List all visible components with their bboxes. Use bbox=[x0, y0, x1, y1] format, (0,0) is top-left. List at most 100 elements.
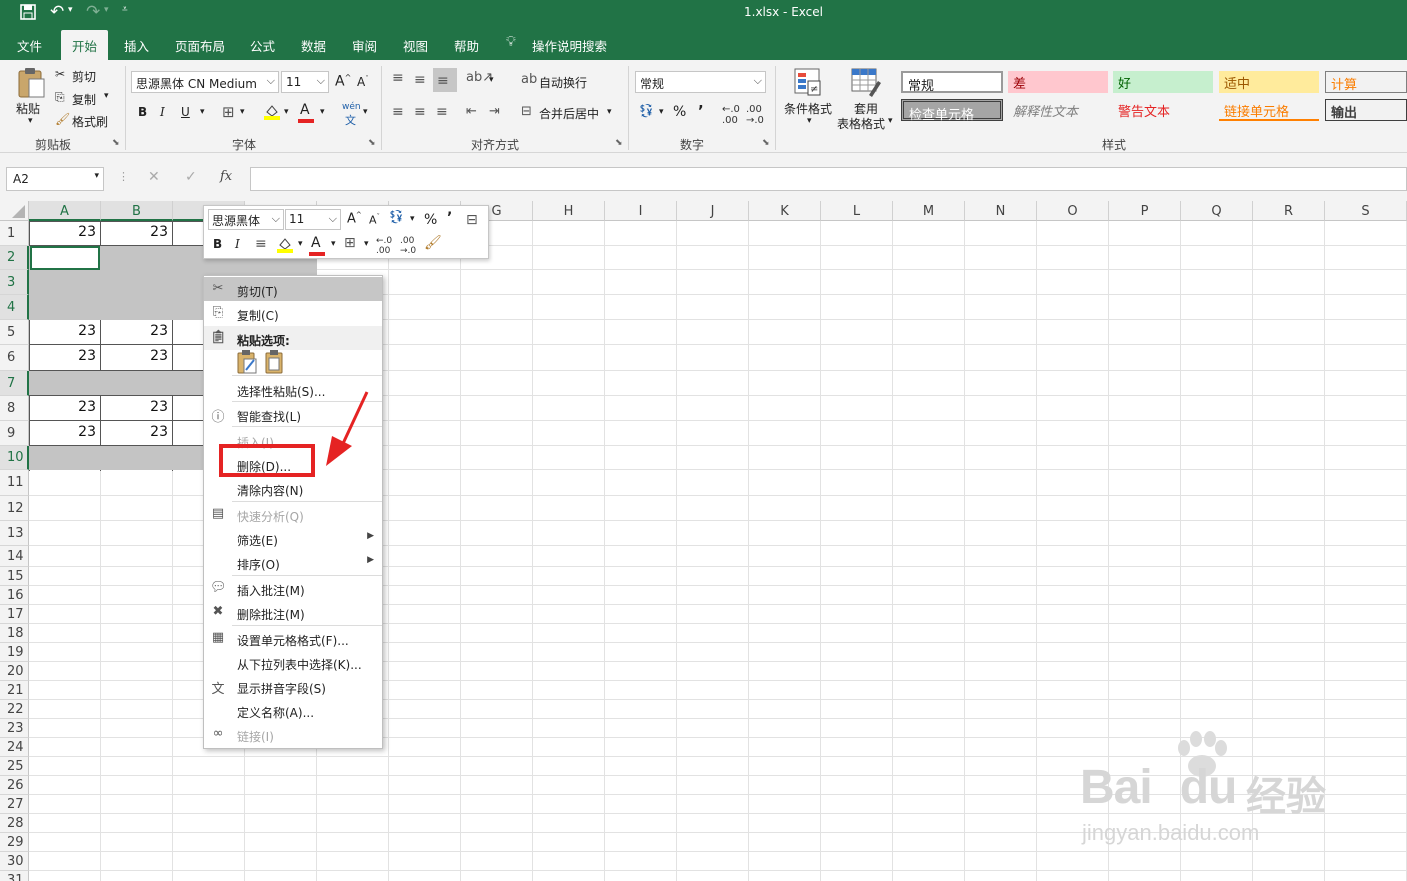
column-header-n[interactable]: N bbox=[965, 201, 1037, 221]
row-header-2[interactable]: 2 bbox=[0, 246, 29, 270]
row-header-3[interactable]: 3 bbox=[0, 270, 29, 295]
menu-item-format-cells[interactable]: ▦ 设置单元格格式(F)... bbox=[204, 626, 382, 650]
row-header-27[interactable]: 27 bbox=[0, 795, 29, 814]
phonetic-dropdown-icon[interactable]: ▾ bbox=[363, 107, 368, 117]
column-header-m[interactable]: M bbox=[893, 201, 965, 221]
accounting-format-icon[interactable]: 💱︎ bbox=[638, 104, 655, 119]
tab-page-layout[interactable]: 页面布局 bbox=[175, 36, 225, 55]
paste-values-icon[interactable] bbox=[264, 350, 286, 377]
align-right-icon[interactable]: ≡ bbox=[436, 104, 448, 120]
comma-style-button[interactable]: ’ bbox=[698, 102, 704, 120]
paste-dropdown-icon[interactable]: ▾ bbox=[28, 116, 33, 126]
mini-percent-button[interactable]: % bbox=[424, 212, 437, 228]
tab-insert[interactable]: 插入 bbox=[124, 36, 149, 55]
number-format-dropdown[interactable]: 常规 ⌵ bbox=[635, 71, 766, 93]
row-header-15[interactable]: 15 bbox=[0, 567, 29, 586]
row-header-20[interactable]: 20 bbox=[0, 662, 29, 681]
mini-fill-dropdown-icon[interactable]: ▾ bbox=[298, 239, 303, 249]
menu-item-clear-contents[interactable]: 清除内容(N) bbox=[204, 476, 382, 500]
column-header-k[interactable]: K bbox=[749, 201, 821, 221]
mini-decrease-decimal-icon[interactable]: .00 →.0 bbox=[400, 236, 416, 256]
row-header-24[interactable]: 24 bbox=[0, 738, 29, 757]
column-header-b[interactable]: B bbox=[101, 201, 173, 221]
format-painter-button[interactable]: 格式刷 bbox=[72, 113, 108, 130]
cell-a6[interactable]: 23 bbox=[29, 348, 100, 364]
select-all-corner[interactable] bbox=[0, 201, 29, 221]
align-left-icon[interactable]: ≡ bbox=[392, 104, 404, 120]
style-linked-cell[interactable]: 链接单元格 bbox=[1219, 99, 1319, 121]
copy-button[interactable]: 复制 bbox=[72, 91, 96, 108]
row-header-14[interactable]: 14 bbox=[0, 546, 29, 567]
number-launcher-icon[interactable]: ⬊ bbox=[762, 138, 770, 148]
row-header-12[interactable]: 12 bbox=[0, 496, 29, 521]
row-header-4[interactable]: 4 bbox=[0, 295, 29, 320]
row-header-8[interactable]: 8 bbox=[0, 396, 29, 421]
cancel-icon[interactable]: ✕ bbox=[148, 169, 160, 185]
cell-a8[interactable]: 23 bbox=[29, 399, 100, 415]
decrease-decimal-icon[interactable]: .00 →.0 bbox=[746, 104, 764, 126]
menu-item-show-phonetic[interactable]: 文显示拼音字段(S) bbox=[204, 674, 382, 698]
fill-color-dropdown-icon[interactable]: ▾ bbox=[284, 107, 289, 117]
decrease-indent-icon[interactable]: ⇤ bbox=[466, 104, 477, 119]
mini-borders-icon[interactable]: ⊞ bbox=[344, 235, 356, 251]
row-header-9[interactable]: 9 bbox=[0, 421, 29, 446]
cell-b6[interactable]: 23 bbox=[101, 348, 172, 364]
row-header-10[interactable]: 10 bbox=[0, 446, 29, 470]
menu-item-pick-from-list[interactable]: 从下拉列表中选择(K)... bbox=[204, 650, 382, 674]
style-output[interactable]: 输出 bbox=[1325, 99, 1407, 121]
column-header-i[interactable]: I bbox=[605, 201, 677, 221]
style-calculation[interactable]: 计算 bbox=[1325, 71, 1407, 93]
row-header-11[interactable]: 11 bbox=[0, 470, 29, 496]
mini-italic-button[interactable]: I bbox=[235, 237, 240, 251]
paste-icon[interactable] bbox=[16, 67, 46, 99]
conditional-dropdown-icon[interactable]: ▾ bbox=[807, 116, 812, 126]
row-header-30[interactable]: 30 bbox=[0, 852, 29, 871]
style-good[interactable]: 好 bbox=[1113, 71, 1213, 93]
menu-item-insert-comment[interactable]: 💬︎ 插入批注(M) bbox=[204, 576, 382, 600]
menu-item-delete-comment[interactable]: ✖ 删除批注(M) bbox=[204, 600, 382, 624]
borders-icon[interactable]: ⊞ bbox=[222, 103, 235, 121]
style-explanatory[interactable]: 解释性文本 bbox=[1008, 99, 1108, 121]
merge-center-icon[interactable]: ⊟ bbox=[521, 104, 532, 119]
mini-align-center-icon[interactable]: ≡ bbox=[255, 236, 267, 252]
format-as-table-dropdown-icon[interactable]: ▾ bbox=[888, 116, 893, 126]
tab-help[interactable]: 帮助 bbox=[454, 36, 479, 55]
mini-decrease-font-icon[interactable]: Aˇ bbox=[369, 213, 380, 227]
conditional-formatting-button[interactable]: 条件格式 bbox=[784, 100, 832, 117]
row-header-13[interactable]: 13 bbox=[0, 521, 29, 546]
column-header-s[interactable]: S bbox=[1325, 201, 1407, 221]
tab-review[interactable]: 审阅 bbox=[352, 36, 377, 55]
underline-dropdown-icon[interactable]: ▾ bbox=[200, 107, 205, 117]
menu-item-copy[interactable]: ⎘ 复制(C) bbox=[204, 301, 382, 325]
name-box-dropdown-icon[interactable]: ▾ bbox=[94, 171, 99, 181]
tab-file[interactable]: 文件 bbox=[17, 36, 42, 55]
tab-view[interactable]: 视图 bbox=[403, 36, 428, 55]
increase-font-icon[interactable]: A^ bbox=[335, 73, 351, 90]
underline-button[interactable]: U bbox=[181, 105, 190, 119]
mini-fill-color-icon[interactable] bbox=[276, 235, 294, 256]
orientation-dropdown-icon[interactable]: ▾ bbox=[489, 75, 494, 85]
cell-a5[interactable]: 23 bbox=[29, 323, 100, 339]
mini-comma-button[interactable]: ’ bbox=[447, 210, 452, 226]
font-size-dropdown[interactable]: 11 ⌵ bbox=[281, 71, 329, 93]
font-launcher-icon[interactable]: ⬊ bbox=[368, 138, 376, 148]
mini-bold-button[interactable]: B bbox=[213, 237, 222, 251]
format-as-table-icon[interactable] bbox=[851, 67, 881, 100]
align-center-icon[interactable]: ≡ bbox=[414, 104, 426, 120]
conditional-formatting-icon[interactable]: ≠ bbox=[794, 67, 824, 100]
column-header-q[interactable]: Q bbox=[1181, 201, 1253, 221]
row-header-21[interactable]: 21 bbox=[0, 681, 29, 700]
borders-dropdown-icon[interactable]: ▾ bbox=[240, 107, 245, 117]
cell-b9[interactable]: 23 bbox=[101, 424, 172, 440]
column-header-l[interactable]: L bbox=[821, 201, 893, 221]
cell-b5[interactable]: 23 bbox=[101, 323, 172, 339]
mini-accounting-dropdown-icon[interactable]: ▾ bbox=[410, 214, 415, 224]
cell-b8[interactable]: 23 bbox=[101, 399, 172, 415]
mini-accounting-icon[interactable]: 💱︎ bbox=[388, 210, 405, 225]
row-header-1[interactable]: 1 bbox=[0, 221, 29, 246]
menu-item-define-name[interactable]: 定义名称(A)... bbox=[204, 698, 382, 722]
menu-item-sort[interactable]: 排序(O) ▶ bbox=[204, 550, 382, 574]
align-top-icon[interactable]: ≡ bbox=[392, 70, 404, 86]
format-as-table-button-line2[interactable]: 表格格式 bbox=[837, 115, 885, 132]
style-check-cell[interactable]: 检查单元格 bbox=[901, 99, 1003, 123]
